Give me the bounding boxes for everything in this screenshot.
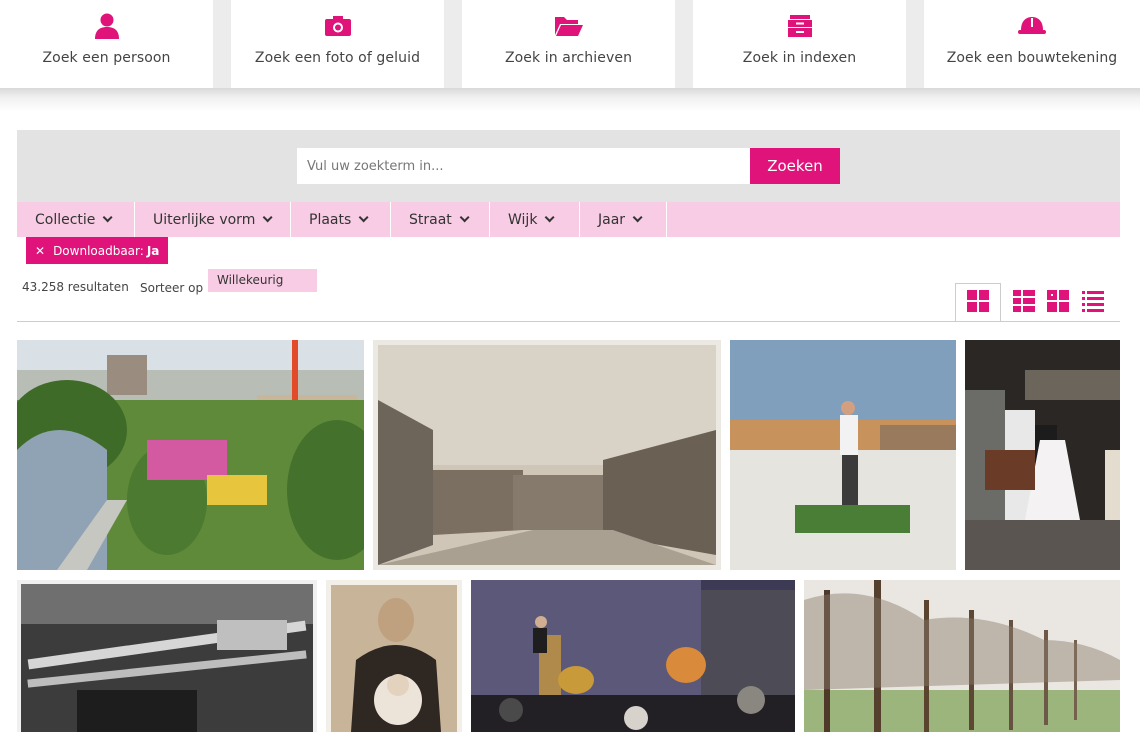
view-tab-grid-small[interactable] xyxy=(1043,283,1073,322)
tile-label: Zoek een bouwtekening xyxy=(946,50,1118,66)
chevron-down-icon xyxy=(263,212,273,223)
filter-label: Plaats xyxy=(309,211,352,228)
view-tab-grid-large[interactable] xyxy=(955,283,1001,322)
search-input[interactable] xyxy=(297,148,750,184)
filter-straat[interactable]: Straat xyxy=(391,202,490,237)
camera-icon xyxy=(323,12,353,40)
archive-box-icon xyxy=(785,12,815,40)
tile-label: Zoek in archieven xyxy=(504,50,633,66)
grid-small-icon xyxy=(1047,289,1069,316)
filter-plaats[interactable]: Plaats xyxy=(291,202,391,237)
photo-workshop[interactable] xyxy=(17,580,317,732)
filter-label: Straat xyxy=(409,211,452,228)
hard-hat-icon xyxy=(1017,12,1047,40)
photo-portrait[interactable] xyxy=(326,580,462,732)
tiles-shadow xyxy=(0,88,1140,112)
search-button[interactable]: Zoeken xyxy=(750,148,840,184)
search-panel: Zoeken xyxy=(17,130,1120,202)
tile-search-archives[interactable]: Zoek in archieven xyxy=(462,0,675,88)
chevron-down-icon xyxy=(103,212,114,223)
photo-sepia-street[interactable] xyxy=(373,340,721,570)
top-navigation: Zoek een persoon Zoek een foto of geluid… xyxy=(0,0,1140,112)
sort-select[interactable]: Willekeurig xyxy=(208,269,317,292)
filter-label: Jaar xyxy=(598,211,626,228)
filter-label: Collectie xyxy=(35,211,96,228)
active-filter-name: Downloadbaar: xyxy=(53,243,144,258)
active-filter-chip[interactable]: ✕ Downloadbaar: Ja xyxy=(26,237,169,264)
result-count: 43.258 resultaten xyxy=(22,280,129,294)
chevron-down-icon xyxy=(358,212,369,223)
photo-tree-lane[interactable] xyxy=(804,580,1120,732)
filter-bar: Collectie Uiterlijke vorm Plaats Straat … xyxy=(17,202,1120,237)
tile-search-photo-sound[interactable]: Zoek een foto of geluid xyxy=(231,0,444,88)
grid-list-icon xyxy=(1013,289,1035,316)
photo-golfer[interactable] xyxy=(730,340,956,570)
photo-stage[interactable] xyxy=(471,580,795,732)
person-icon xyxy=(92,12,122,40)
tile-label: Zoek in indexen xyxy=(742,50,857,66)
tile-label: Zoek een foto of geluid xyxy=(254,50,421,66)
filter-wijk[interactable]: Wijk xyxy=(490,202,580,237)
view-tab-list[interactable] xyxy=(1078,283,1108,322)
view-tab-grid-list[interactable] xyxy=(1009,283,1039,322)
filter-jaar[interactable]: Jaar xyxy=(580,202,667,237)
list-icon xyxy=(1082,290,1104,316)
filter-uiterlijke-vorm[interactable]: Uiterlijke vorm xyxy=(135,202,291,237)
tile-label: Zoek een persoon xyxy=(42,50,171,66)
grid-large-icon xyxy=(967,289,989,316)
sort-label: Sorteer op xyxy=(140,281,204,295)
chevron-down-icon xyxy=(632,212,643,223)
divider xyxy=(17,321,1120,322)
chevron-down-icon xyxy=(459,212,470,223)
folder-open-icon xyxy=(554,12,584,40)
filter-label: Wijk xyxy=(508,211,538,228)
photo-wedding[interactable] xyxy=(965,340,1120,570)
filter-collectie[interactable]: Collectie xyxy=(17,202,135,237)
tile-search-person[interactable]: Zoek een persoon xyxy=(0,0,213,88)
photo-fairground[interactable] xyxy=(17,340,364,570)
active-filter-value: Ja xyxy=(146,243,160,258)
close-icon[interactable]: ✕ xyxy=(35,244,45,258)
chevron-down-icon xyxy=(545,212,555,223)
tile-search-building-drawing[interactable]: Zoek een bouwtekening xyxy=(924,0,1140,88)
tile-search-indexes[interactable]: Zoek in indexen xyxy=(693,0,906,88)
filter-label: Uiterlijke vorm xyxy=(153,211,256,228)
